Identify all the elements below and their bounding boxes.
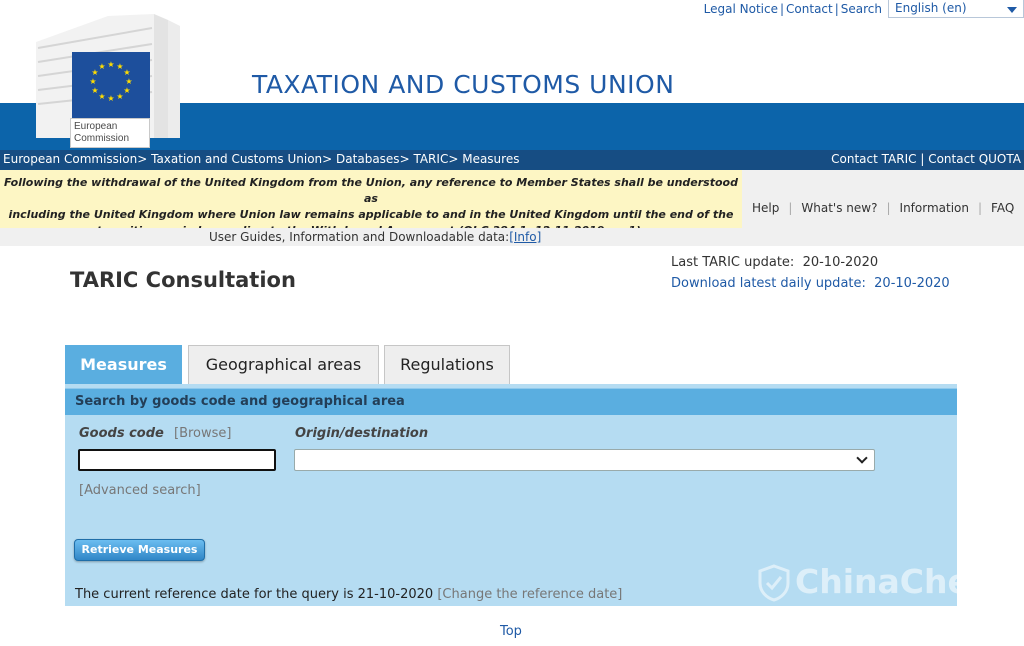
tab-measures[interactable]: Measures — [65, 345, 182, 384]
reference-date-text: The current reference date for the query… — [75, 587, 434, 602]
search-link[interactable]: Search — [841, 2, 882, 16]
utility-links: Legal Notice | Contact | Search — [703, 2, 882, 16]
logo-line1: European — [74, 121, 118, 132]
european-commission-logo[interactable]: ★ ★ ★ ★ ★ ★ ★ ★ ★ ★ ★ ★ European Commission — [34, 14, 182, 148]
breadcrumb-separator: > — [322, 152, 333, 166]
svg-text:★: ★ — [107, 60, 114, 69]
breadcrumb-separator: > — [448, 152, 459, 166]
legal-notice-link[interactable]: Legal Notice — [704, 2, 778, 16]
last-update-label: Last TARIC update: — [671, 255, 795, 270]
download-label: Download latest daily update: — [671, 276, 866, 291]
breadcrumb-separator: > — [399, 152, 410, 166]
information-link[interactable]: Information — [900, 201, 969, 215]
brexit-notice: Following the withdrawal of the United K… — [0, 170, 742, 237]
svg-text:★: ★ — [91, 86, 98, 95]
svg-text:★: ★ — [89, 77, 96, 86]
download-latest-link[interactable]: Download latest daily update: 20-10-2020 — [671, 273, 950, 294]
faq-link[interactable]: FAQ — [991, 201, 1014, 215]
svg-text:★: ★ — [98, 62, 105, 71]
panel-heading: Search by goods code and geographical ar… — [65, 388, 957, 415]
tab-geographical-areas[interactable]: Geographical areas — [188, 345, 379, 384]
retrieve-measures-button[interactable]: Retrieve Measures — [74, 539, 205, 561]
user-guides-text: User Guides, Information and Downloadabl… — [209, 230, 510, 244]
breadcrumb-item-measures: Measures — [462, 152, 520, 166]
goods-code-label: Goods code — [79, 426, 164, 441]
logo-line2: Commission — [74, 133, 130, 144]
svg-text:★: ★ — [98, 92, 105, 101]
notice-line: Following the withdrawal of the United K… — [4, 176, 738, 205]
svg-text:★: ★ — [123, 86, 130, 95]
shield-check-icon — [758, 564, 790, 602]
notice-line: including the United Kingdom where Union… — [8, 208, 734, 221]
breadcrumb-bar: European Commission> Taxation and Custom… — [0, 150, 1024, 170]
svg-text:★: ★ — [116, 92, 123, 101]
page-title: TARIC Consultation — [70, 268, 296, 292]
advanced-search-link[interactable]: [Advanced search] — [79, 483, 201, 498]
breadcrumb-separator: > — [137, 152, 148, 166]
top-utility-bar: Legal Notice | Contact | Search English (en) — [0, 0, 1024, 18]
breadcrumb-item-european-commission[interactable]: European Commission — [3, 152, 137, 166]
site-title[interactable]: TAXATION AND CUSTOMS UNION — [252, 70, 674, 99]
last-update: Last TARIC update: 20-10-2020 — [671, 252, 950, 273]
contact-links: Contact TARIC | Contact QUOTA — [831, 150, 1021, 169]
download-value: 20-10-2020 — [874, 276, 950, 291]
chevron-down-icon — [1007, 7, 1017, 13]
last-update-value: 20-10-2020 — [802, 255, 879, 270]
watermark: ChinaCheck — [755, 560, 957, 606]
contact-taric-link[interactable]: Contact TARIC — [831, 152, 916, 166]
svg-text:★: ★ — [123, 68, 130, 77]
breadcrumb-item-databases[interactable]: Databases — [336, 152, 400, 166]
whats-new-link[interactable]: What's new? — [801, 201, 877, 215]
contact-quota-link[interactable]: Contact QUOTA — [928, 152, 1021, 166]
help-link[interactable]: Help — [752, 201, 779, 215]
contact-link[interactable]: Contact — [786, 2, 833, 16]
update-info: Last TARIC update: 20-10-2020 Download l… — [671, 252, 950, 294]
back-to-top-link[interactable]: Top — [500, 624, 522, 639]
origin-destination-label: Origin/destination — [295, 426, 429, 441]
watermark-text: ChinaCheck — [795, 562, 957, 601]
user-guides-bar: User Guides, Information and Downloadabl… — [0, 228, 1024, 246]
help-menu: Help | What's new? | Information | FAQ — [742, 170, 1024, 228]
browse-link[interactable]: [Browse] — [174, 426, 231, 441]
goods-code-input[interactable] — [78, 449, 276, 471]
breadcrumb-item-taxation[interactable]: Taxation and Customs Union — [151, 152, 322, 166]
origin-destination-select[interactable] — [294, 449, 875, 471]
header-banner: ★ ★ ★ ★ ★ ★ ★ ★ ★ ★ ★ ★ European Commission TAXA… — [0, 0, 1024, 152]
tab-regulations[interactable]: Regulations — [384, 345, 510, 384]
logo-text: European Commission — [70, 118, 150, 148]
change-reference-date-link[interactable]: [Change the reference date] — [437, 587, 622, 602]
contact-separator: | — [920, 152, 925, 166]
breadcrumb-item-taric[interactable]: TARIC — [413, 152, 448, 166]
info-link[interactable]: [Info] — [509, 230, 541, 244]
eu-flag-icon: ★ ★ ★ ★ ★ ★ ★ ★ ★ ★ ★ ★ — [72, 52, 150, 118]
svg-text:★: ★ — [125, 77, 132, 86]
breadcrumb: European Commission> Taxation and Custom… — [3, 150, 519, 169]
chevron-down-icon — [856, 452, 868, 464]
language-value: English (en) — [895, 1, 967, 15]
language-select[interactable]: English (en) — [888, 0, 1024, 18]
svg-text:★: ★ — [107, 94, 114, 103]
reference-date: The current reference date for the query… — [75, 587, 622, 602]
search-panel: Search by goods code and geographical ar… — [65, 384, 957, 606]
